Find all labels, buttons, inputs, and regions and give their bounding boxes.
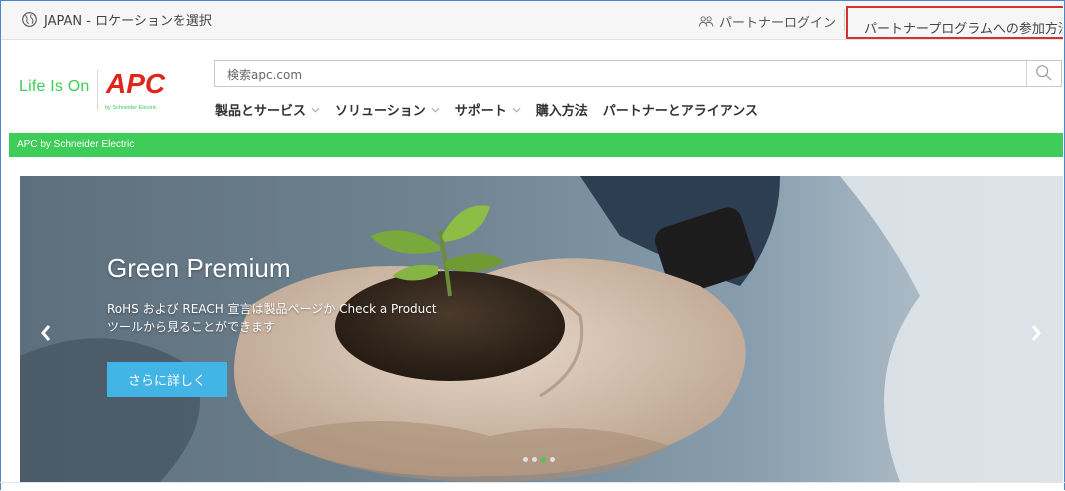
life-is-on-tagline[interactable]: Life Is On: [19, 78, 89, 96]
logo-divider: [97, 70, 98, 110]
apc-logo-text: APC: [105, 68, 166, 99]
carousel-dot[interactable]: [550, 457, 555, 462]
page-bottom-divider: [0, 482, 1065, 483]
search-icon[interactable]: [1035, 64, 1053, 82]
hero-description: RoHS および REACH 宣言は製品ページか Check a Product…: [107, 300, 487, 336]
hero-description-line: RoHS および REACH 宣言は製品ページか Check a Product: [107, 302, 437, 316]
nav-item-label: パートナーとアライアンス: [602, 104, 759, 119]
partner-program-link[interactable]: パートナープログラムへの参加方法: [846, 6, 1063, 39]
main-nav: 製品とサービス ソリューション サポート 購入方法 パートナーとアライアンス: [215, 100, 773, 119]
location-label: JAPAN - ロケーションを選択: [44, 14, 212, 29]
partner-users-icon: [698, 16, 714, 27]
carousel-dot[interactable]: [523, 457, 528, 462]
band-label[interactable]: APC by Schneider Electric: [17, 139, 134, 150]
nav-item-solutions[interactable]: ソリューション: [335, 100, 440, 119]
nav-item-label: サポート: [454, 104, 507, 119]
nav-item-partners[interactable]: パートナーとアライアンス: [603, 100, 758, 119]
hero-carousel: Green Premium RoHS および REACH 宣言は製品ページか C…: [20, 176, 1063, 482]
partner-login-link[interactable]: パートナーログイン: [698, 12, 836, 31]
globe-icon: [22, 12, 37, 27]
partner-login-label: パートナーログイン: [719, 16, 837, 31]
chevron-down-icon: [431, 107, 440, 113]
nav-item-label: 製品とサービス: [215, 104, 307, 119]
divider: [844, 9, 845, 31]
apc-logo-sub: by Schneider Electric: [105, 105, 157, 111]
chevron-down-icon: [512, 107, 521, 113]
search-divider: [1026, 61, 1027, 86]
chevron-down-icon: [311, 107, 320, 113]
nav-item-label: ソリューション: [335, 104, 426, 119]
site-band: APC by Schneider Electric: [9, 133, 1063, 157]
search-input[interactable]: [225, 65, 1009, 85]
location-selector[interactable]: JAPAN - ロケーションを選択: [21, 10, 212, 29]
search-box: [214, 60, 1062, 87]
nav-item-support[interactable]: サポート: [455, 100, 521, 119]
hero-description-line: ツールから見ることができます: [107, 320, 276, 334]
nav-item-label: 購入方法: [535, 104, 588, 119]
carousel-prev-arrow-icon[interactable]: [39, 323, 53, 343]
carousel-dot-active[interactable]: [541, 457, 546, 462]
nav-item-products[interactable]: 製品とサービス: [215, 100, 320, 119]
hero-title: Green Premium: [107, 253, 291, 283]
carousel-dot[interactable]: [532, 457, 537, 462]
carousel-next-arrow-icon[interactable]: [1029, 323, 1043, 343]
carousel-indicators: [523, 457, 555, 462]
nav-item-how-to-buy[interactable]: 購入方法: [536, 100, 588, 119]
apc-logo[interactable]: APC by Schneider Electric: [104, 62, 184, 122]
learn-more-button[interactable]: さらに詳しく: [107, 362, 227, 397]
